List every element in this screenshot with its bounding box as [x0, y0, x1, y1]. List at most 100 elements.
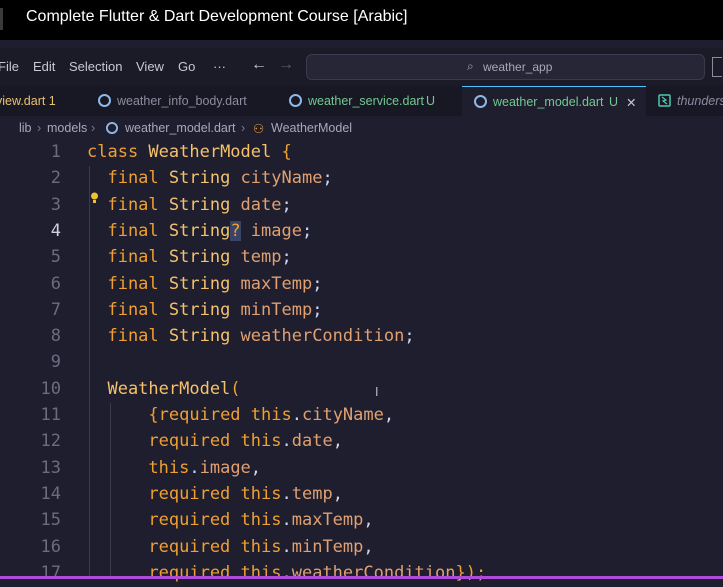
code-line: 16 required this.minTemp, [0, 535, 723, 561]
code-text: this.image, [87, 458, 261, 478]
menu-file[interactable]: File [0, 59, 19, 74]
code-text: final String cityName; [87, 168, 332, 189]
tab-view-dart[interactable]: view.dart 1 [0, 86, 86, 116]
code-line: 13 this.image, [0, 456, 723, 482]
breadcrumb-file[interactable]: weather_model.dart [125, 121, 235, 135]
thunder-file-icon [658, 94, 671, 107]
code-token: minTemp [240, 299, 313, 320]
tab-weather-model[interactable]: weather_model.dart U ✕ [462, 86, 646, 117]
forward-arrow-icon[interactable]: → [278, 56, 294, 74]
breadcrumb: lib › models › weather_model.dart › ⚇ We… [0, 116, 723, 140]
code-editor[interactable]: 1 class WeatherModel {2 final String city… [0, 140, 723, 583]
line-number: 14 [40, 483, 61, 504]
code-token: final [87, 220, 169, 241]
chevron-right-icon: › [91, 121, 96, 135]
untracked-marker: U [426, 94, 436, 108]
code-token: String [168, 273, 241, 294]
menu-bar: File Edit Selection View Go ··· ← → ⌕ we… [0, 48, 723, 86]
menu-go[interactable]: Go [178, 59, 195, 74]
editor-tabs: view.dart 1 weather_info_body.dart weath… [0, 86, 723, 117]
code-token: { [271, 142, 292, 162]
breadcrumb-models[interactable]: models [47, 121, 87, 135]
code-token: { [87, 405, 159, 425]
line-number: 1 [50, 142, 61, 162]
code-token: String [168, 247, 241, 268]
code-text: final String maxTemp; [87, 274, 322, 294]
back-arrow-icon[interactable]: ← [251, 56, 267, 74]
dart-file-icon [289, 94, 302, 107]
code-token: final [87, 194, 169, 215]
code-token: . [291, 405, 302, 425]
line-number: 8 [50, 326, 61, 347]
code-token: WeatherModel [87, 378, 231, 399]
breadcrumb-class[interactable]: WeatherModel [271, 121, 352, 135]
code-token: final [87, 326, 169, 347]
code-token: ; [301, 220, 313, 241]
code-token: , [363, 510, 374, 531]
layout-toggle-icon[interactable] [712, 57, 722, 77]
line-number: 4 [50, 220, 61, 241]
code-token: this [240, 562, 282, 583]
code-line: 12 required this.date, [0, 429, 723, 455]
tab-label: weather_service.dart [308, 94, 425, 108]
code-token: ; [312, 273, 323, 294]
tab-label: weather_info_body.dart [117, 94, 247, 108]
code-token: temp [240, 247, 282, 268]
dart-file-icon [474, 95, 487, 108]
code-token: class [87, 142, 149, 162]
tab-thunder-client[interactable]: thunders [646, 86, 723, 116]
menu-edit[interactable]: Edit [33, 59, 55, 74]
line-number: 13 [40, 457, 61, 478]
code-token: this [240, 431, 282, 452]
lightbulb-icon[interactable] [90, 192, 99, 204]
code-line: 1 class WeatherModel { [0, 140, 723, 166]
dart-file-icon [98, 94, 111, 107]
tab-weather-service[interactable]: weather_service.dart U [264, 86, 462, 116]
code-token: temp [291, 483, 333, 504]
menu-selection[interactable]: Selection [69, 59, 122, 74]
menu-view[interactable]: View [136, 59, 164, 74]
code-line: 4 final String? image; [0, 219, 723, 245]
code-token: , [250, 457, 262, 478]
untracked-marker: U [609, 95, 619, 109]
code-token: , [332, 483, 343, 504]
code-text: final String minTemp; [87, 300, 322, 320]
indent-guide [110, 403, 111, 579]
code-text: final String date; [87, 194, 291, 215]
breadcrumb-lib[interactable]: lib [19, 121, 32, 135]
chevron-right-icon: › [37, 121, 42, 135]
code-token: cityName [240, 168, 323, 189]
code-line: 11 {required this.cityName, [0, 403, 723, 429]
code-token: . [281, 483, 292, 504]
menu-more[interactable]: ··· [213, 59, 226, 74]
tab-weather-info-body[interactable]: weather_info_body.dart [86, 86, 264, 116]
line-number: 10 [40, 378, 61, 399]
code-text: class WeatherModel { [87, 142, 292, 162]
tab-label: view.dart 1 [0, 94, 56, 108]
code-line: 7 final String minTemp; [0, 298, 723, 324]
search-text: weather_app [483, 60, 553, 74]
code-token: this [240, 536, 282, 557]
code-line: 2 final String cityName; [0, 166, 723, 192]
code-token: . [189, 457, 200, 478]
code-token: cityName [301, 405, 384, 425]
code-text: WeatherModel( [87, 378, 241, 399]
line-number: 17 [40, 562, 61, 583]
code-token: required [158, 405, 251, 425]
line-number: 7 [50, 299, 61, 320]
code-line: 8 final String weatherCondition; [0, 324, 723, 350]
code-token: . [281, 562, 292, 583]
command-center-search[interactable]: ⌕ weather_app [306, 54, 705, 80]
close-icon[interactable]: ✕ [626, 95, 636, 110]
code-text: required this.temp, [87, 484, 343, 504]
code-token: WeatherModel [148, 142, 272, 162]
video-title: Complete Flutter & Dart Development Cour… [26, 8, 408, 25]
tab-label: weather_model.dart [493, 95, 604, 109]
code-token: , [332, 431, 343, 452]
code-token: ( [230, 378, 241, 399]
line-number: 16 [40, 536, 61, 557]
code-token: final [87, 168, 169, 189]
code-token: , [363, 536, 374, 557]
line-number: 11 [40, 405, 61, 425]
code-token: image [240, 220, 302, 241]
